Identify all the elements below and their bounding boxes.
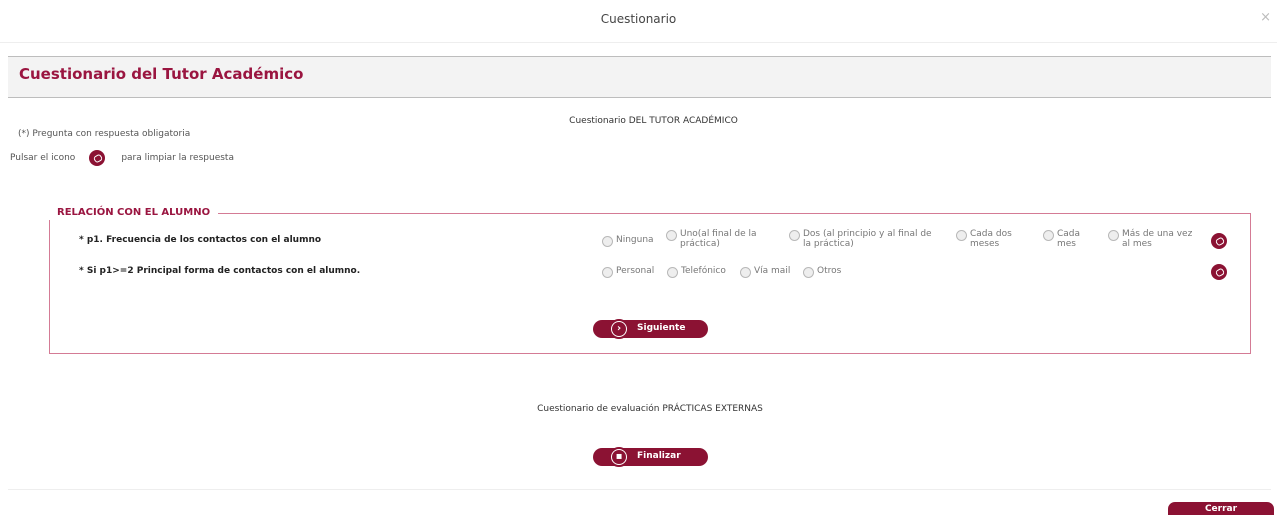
radio-option-p1-mas-de-una-vez[interactable]: Más de una vez al mes <box>1108 229 1200 249</box>
next-button-label: Siguiente <box>637 323 686 333</box>
option-label: Ninguna <box>616 235 654 245</box>
finish-button[interactable]: ▪ Finalizar <box>593 447 708 467</box>
close-button[interactable]: Cerrar <box>1168 502 1274 515</box>
clear-hint: Pulsar el icono para limpiar la respuest… <box>10 150 234 166</box>
section-header: Cuestionario del Tutor Académico <box>8 56 1271 98</box>
hint-text-after: para limpiar la respuesta <box>121 153 234 163</box>
radio-button[interactable] <box>666 230 677 241</box>
section-title: Cuestionario del Tutor Académico <box>19 65 304 83</box>
mandatory-note: (*) Pregunta con respuesta obligatoria <box>18 129 191 139</box>
radio-option-p1-ninguna[interactable]: Ninguna <box>602 235 662 247</box>
option-label: Uno(al final de la práctica) <box>680 229 757 249</box>
clear-p1-eraser-icon[interactable] <box>1211 233 1227 249</box>
radio-option-p2-telefonico[interactable]: Telefónico <box>667 266 726 278</box>
save-icon: ▪ <box>609 447 629 467</box>
questionnaire-title: Cuestionario DEL TUTOR ACADÉMICO <box>569 116 738 126</box>
option-label: Otros <box>817 266 842 276</box>
question-p2-label: * Si p1>=2 Principal forma de contactos … <box>79 266 361 276</box>
radio-option-p2-personal[interactable]: Personal <box>602 266 654 278</box>
radio-button[interactable] <box>602 267 613 278</box>
radio-button[interactable] <box>1108 230 1119 241</box>
radio-button[interactable] <box>1043 230 1054 241</box>
radio-button[interactable] <box>740 267 751 278</box>
radio-button[interactable] <box>803 267 814 278</box>
radio-button[interactable] <box>789 230 800 241</box>
option-label: Cada mes <box>1057 229 1081 249</box>
dialog-title: Cuestionario <box>600 12 677 26</box>
finish-button-label: Finalizar <box>637 451 681 461</box>
option-label: Dos (al principio y al final de la práct… <box>803 229 932 249</box>
radio-button[interactable] <box>667 267 678 278</box>
radio-option-p2-otros[interactable]: Otros <box>803 266 841 278</box>
radio-option-p1-dos[interactable]: Dos (al principio y al final de la práct… <box>789 229 941 249</box>
radio-button[interactable] <box>602 236 613 247</box>
radio-option-p1-cada-mes[interactable]: Cada mes <box>1043 229 1083 249</box>
radio-option-p1-cada-dos-meses[interactable]: Cada dos meses <box>956 229 1018 249</box>
radio-option-p2-via-mail[interactable]: Vía mail <box>740 266 790 278</box>
evaluation-title: Cuestionario de evaluación PRÁCTICAS EXT… <box>537 404 763 414</box>
option-label: Vía mail <box>754 266 791 276</box>
next-button[interactable]: › Siguiente <box>593 319 708 339</box>
chevron-right-icon: › <box>609 319 629 339</box>
eraser-icon <box>89 150 106 166</box>
radio-button[interactable] <box>956 230 967 241</box>
close-icon[interactable]: × <box>1260 10 1271 25</box>
radio-option-p1-uno[interactable]: Uno(al final de la práctica) <box>666 229 762 249</box>
option-label: Cada dos meses <box>970 229 1012 249</box>
question-p1-label: * p1. Frecuencia de los contactos con el… <box>79 235 322 245</box>
dialog-titlebar: Cuestionario × <box>0 0 1277 43</box>
option-label: Más de una vez al mes <box>1122 229 1193 249</box>
footer-divider <box>8 489 1271 490</box>
option-label: Personal <box>616 266 655 276</box>
clear-p2-eraser-icon[interactable] <box>1211 264 1227 280</box>
group-legend: RELACIÓN CON EL ALUMNO <box>49 206 219 220</box>
hint-text-before: Pulsar el icono <box>10 153 76 163</box>
option-label: Telefónico <box>681 266 726 276</box>
